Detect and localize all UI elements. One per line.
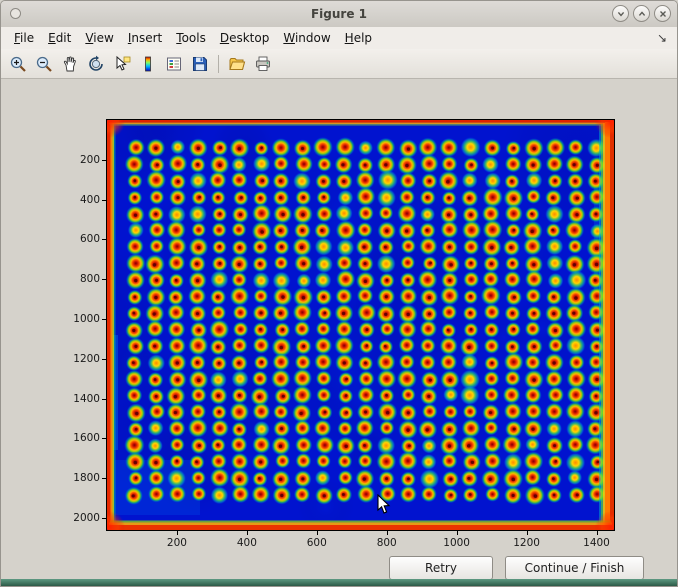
x-tick-mark xyxy=(177,531,178,535)
pan-button[interactable] xyxy=(57,51,83,77)
zoom-out-icon xyxy=(35,55,53,73)
y-tick-label: 400 xyxy=(58,194,100,206)
x-tick-label: 1000 xyxy=(437,537,477,549)
window-titlebar[interactable]: Figure 1 xyxy=(1,1,677,28)
x-tick-label: 800 xyxy=(367,537,407,549)
dock-figure-arrow[interactable]: ↘ xyxy=(657,31,667,45)
menubar: File Edit View Insert Tools Desktop Wind… xyxy=(1,27,677,49)
print-icon xyxy=(254,55,272,73)
x-tick-label: 400 xyxy=(227,537,267,549)
axes: 2004006008001000120014002004006008001000… xyxy=(106,119,615,531)
chevron-up-icon xyxy=(637,9,647,19)
y-tick-mark xyxy=(102,399,106,400)
y-tick-label: 1600 xyxy=(58,432,100,444)
print-button[interactable] xyxy=(250,51,276,77)
toolbar-separator xyxy=(218,55,219,73)
x-tick-mark xyxy=(527,531,528,535)
y-tick-label: 1200 xyxy=(58,353,100,365)
menu-item-edit[interactable]: Edit xyxy=(41,29,78,47)
menu-item-window[interactable]: Window xyxy=(276,29,337,47)
open-button[interactable] xyxy=(224,51,250,77)
x-tick-label: 1400 xyxy=(577,537,617,549)
y-tick-label: 1400 xyxy=(58,393,100,405)
y-tick-mark xyxy=(102,518,106,519)
close-icon xyxy=(658,9,668,19)
maximize-button[interactable] xyxy=(633,5,650,22)
y-tick-label: 200 xyxy=(58,154,100,166)
chevron-down-icon xyxy=(616,9,626,19)
window-title: Figure 1 xyxy=(1,1,677,27)
pan-hand-icon xyxy=(61,55,79,73)
y-tick-mark xyxy=(102,359,106,360)
figure-area: 200 400 600 800 1000 1200 1400 200 400 600 800 1000… xyxy=(1,80,677,586)
y-tick-mark xyxy=(102,478,106,479)
data-cursor-button[interactable] xyxy=(109,51,135,77)
zoom-in-button[interactable] xyxy=(5,51,31,77)
data-cursor-icon xyxy=(113,55,131,73)
y-tick-label: 600 xyxy=(58,233,100,245)
open-folder-icon xyxy=(228,55,246,73)
y-tick-mark xyxy=(102,160,106,161)
y-tick-label: 1000 xyxy=(58,313,100,325)
menu-item-file[interactable]: File xyxy=(7,29,41,47)
figure-window: Figure 1 File Edit View Insert Tools Des… xyxy=(0,0,678,587)
x-tick-mark xyxy=(457,531,458,535)
y-tick-mark xyxy=(102,279,106,280)
y-tick-label: 800 xyxy=(58,273,100,285)
zoom-in-icon xyxy=(9,55,27,73)
minimize-button[interactable] xyxy=(612,5,629,22)
y-tick-label: 1800 xyxy=(58,472,100,484)
window-controls xyxy=(612,5,671,22)
close-button[interactable] xyxy=(654,5,671,22)
microarray-image[interactable] xyxy=(106,119,615,531)
retry-button[interactable]: Retry xyxy=(389,556,493,580)
rotate-3d-icon xyxy=(87,55,105,73)
y-tick-label: 2000 xyxy=(58,512,100,524)
x-tick-mark xyxy=(597,531,598,535)
insert-legend-button[interactable] xyxy=(161,51,187,77)
legend-icon xyxy=(165,55,183,73)
continue-finish-button[interactable]: Continue / Finish xyxy=(505,556,644,580)
x-tick-mark xyxy=(387,531,388,535)
insert-colorbar-button[interactable] xyxy=(135,51,161,77)
save-icon xyxy=(191,55,209,73)
menu-item-desktop[interactable]: Desktop xyxy=(213,29,277,47)
y-tick-mark xyxy=(102,200,106,201)
x-tick-mark xyxy=(317,531,318,535)
x-tick-label: 600 xyxy=(297,537,337,549)
figure-toolbar xyxy=(1,49,677,79)
y-tick-mark xyxy=(102,319,106,320)
x-tick-mark xyxy=(247,531,248,535)
x-tick-label: 200 xyxy=(157,537,197,549)
x-tick-label: 1200 xyxy=(507,537,547,549)
menu-item-tools[interactable]: Tools xyxy=(169,29,213,47)
y-tick-mark xyxy=(102,239,106,240)
menu-item-view[interactable]: View xyxy=(78,29,120,47)
zoom-out-button[interactable] xyxy=(31,51,57,77)
save-button[interactable] xyxy=(187,51,213,77)
rotate-3d-button[interactable] xyxy=(83,51,109,77)
y-tick-mark xyxy=(102,438,106,439)
colorbar-icon xyxy=(139,55,157,73)
menu-item-help[interactable]: Help xyxy=(338,29,379,47)
bottom-edge xyxy=(1,579,677,586)
menu-item-insert[interactable]: Insert xyxy=(121,29,169,47)
